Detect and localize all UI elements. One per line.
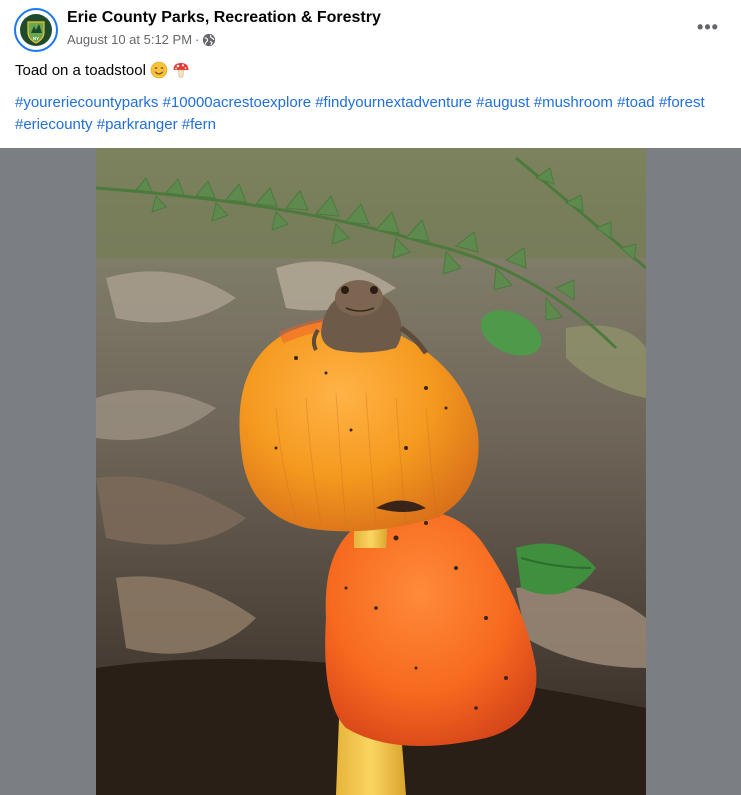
hashtag-link[interactable]: #youreriecountyparks (15, 94, 158, 111)
erie-county-parks-logo: NY (18, 12, 54, 48)
page-name-link[interactable]: Erie County Parks, Recreation & Forestry (67, 9, 381, 27)
post-header: NY Erie County Parks, Recreation & Fores… (0, 0, 741, 60)
mushroom-emoji (173, 63, 189, 78)
post-meta: August 10 at 5:12 PM · (67, 32, 216, 47)
more-options-button[interactable]: ••• (690, 12, 726, 42)
hashtag-link[interactable]: #forest (659, 94, 705, 111)
avatar-badge-text: NY (33, 36, 39, 41)
meta-separator: · (195, 32, 200, 47)
hashtag-link[interactable]: #mushroom (534, 94, 613, 111)
hashtag-link[interactable]: #august (476, 94, 529, 111)
globe-icon[interactable] (202, 33, 216, 47)
hashtag-link[interactable]: #toad (617, 94, 655, 111)
hashtag-link[interactable]: #10000acrestoexplore (163, 94, 311, 111)
smiling-face-emoji (150, 61, 168, 79)
post-timestamp[interactable]: August 10 at 5:12 PM (67, 32, 192, 47)
photo-illustration (96, 148, 646, 795)
post-media[interactable] (0, 148, 741, 795)
hashtag-link[interactable]: #eriecounty (15, 116, 93, 133)
toad-on-mushroom-photo[interactable] (96, 148, 646, 795)
hashtag-list: #youreriecountyparks #10000acrestoexplor… (15, 92, 730, 136)
post-message-text: Toad on a toadstool (15, 61, 146, 79)
page-avatar[interactable]: NY (14, 8, 58, 52)
more-options-icon: ••• (697, 16, 719, 37)
hashtag-link[interactable]: #fern (182, 116, 216, 133)
hashtag-link[interactable]: #parkranger (97, 116, 178, 133)
hashtag-link[interactable]: #findyournextadventure (315, 94, 472, 111)
post-message: Toad on a toadstool (15, 61, 190, 79)
